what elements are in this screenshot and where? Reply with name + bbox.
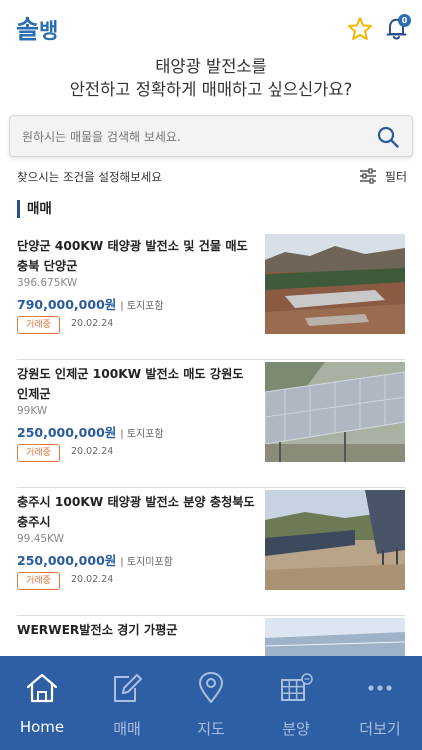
home-icon bbox=[26, 673, 58, 703]
section-title: 매매 bbox=[17, 200, 52, 218]
listing-price-row: 250,000,000원 | 토지미포함 bbox=[17, 550, 173, 569]
listing-date: 20.02.24 bbox=[71, 574, 114, 585]
solar-panel-icon bbox=[281, 673, 313, 701]
notifications-button[interactable]: 0 bbox=[383, 14, 411, 42]
tab-more[interactable]: 더보기 bbox=[338, 656, 422, 750]
tab-trade-label: 매매 bbox=[113, 720, 141, 738]
map-pin-icon bbox=[199, 672, 223, 703]
listing-capacity: 99.45KW bbox=[17, 533, 64, 545]
listing-date: 20.02.24 bbox=[71, 318, 114, 329]
conditions-row: 찾으시는 조건을 설정해보세요 필터 bbox=[17, 166, 407, 186]
filter-button[interactable]: 필터 bbox=[359, 166, 407, 186]
status-badge: 거래중 bbox=[17, 444, 60, 462]
listing-title: WERWER발전소 경기 가평군 bbox=[17, 623, 178, 637]
search-bar bbox=[9, 115, 413, 157]
tab-trade[interactable]: 매매 bbox=[85, 656, 169, 750]
listing-title: 충주시 100KW 태양광 발전소 분양 충청북도 충주시 bbox=[17, 495, 255, 529]
listing-photo bbox=[265, 362, 405, 462]
tab-more-label: 더보기 bbox=[359, 720, 401, 738]
conditions-hint: 찾으시는 조건을 설정해보세요 bbox=[17, 170, 162, 184]
tab-sale[interactable]: 분양 bbox=[254, 656, 338, 750]
listing-photo bbox=[265, 234, 405, 334]
status-badge: 거래중 bbox=[17, 572, 60, 590]
listing-item[interactable]: 충주시 100KW 태양광 발전소 분양 충청북도 충주시 99.45KW 25… bbox=[17, 488, 405, 616]
more-dots-icon bbox=[368, 685, 392, 691]
listing-land: | 토지미포함 bbox=[120, 557, 173, 568]
listing-title: 강원도 인제군 100KW 발전소 매도 강원도 인제군 bbox=[17, 367, 244, 401]
notification-badge: 0 bbox=[398, 14, 411, 27]
tab-home-label: Home bbox=[19, 718, 65, 736]
listing-price-row: 790,000,000원 | 토지포함 bbox=[17, 294, 164, 313]
listing-land: | 토지포함 bbox=[120, 301, 164, 312]
listing-capacity: 99KW bbox=[17, 405, 48, 417]
search-icon[interactable] bbox=[376, 125, 400, 149]
listing-title: 단양군 400KW 태양광 발전소 및 건물 매도 충북 단양군 bbox=[17, 239, 248, 273]
star-icon bbox=[348, 17, 372, 40]
listing-item[interactable]: 강원도 인제군 100KW 발전소 매도 강원도 인제군 99KW 250,00… bbox=[17, 360, 405, 488]
favorites-button[interactable] bbox=[347, 16, 373, 42]
edit-document-icon bbox=[114, 674, 142, 702]
listing-photo bbox=[265, 490, 405, 590]
tab-sale-label: 분양 bbox=[282, 720, 310, 738]
listing-item[interactable]: 단양군 400KW 태양광 발전소 및 건물 매도 충북 단양군 396.675… bbox=[17, 232, 405, 360]
listing-land: | 토지포함 bbox=[120, 429, 164, 440]
status-badge: 거래중 bbox=[17, 316, 60, 334]
listing-price-row: 250,000,000원 | 토지포함 bbox=[17, 422, 164, 441]
listing-price: 790,000,000원 bbox=[17, 297, 117, 312]
headline: 태양광 발전소를 안전하고 정확하게 매매하고 싶으신가요? bbox=[0, 55, 422, 101]
bottom-tab-bar: Home 매매 지도 분양 더보기 bbox=[0, 656, 422, 750]
logo-char-1: 솔 bbox=[16, 15, 39, 44]
app-header: 솔뱅 0 bbox=[0, 0, 422, 52]
listing-price: 250,000,000원 bbox=[17, 425, 117, 440]
logo-char-2: 뱅 bbox=[39, 19, 58, 43]
tab-home[interactable]: Home bbox=[0, 656, 84, 750]
listing-date: 20.02.24 bbox=[71, 446, 114, 457]
tab-map[interactable]: 지도 bbox=[169, 656, 253, 750]
tab-map-label: 지도 bbox=[197, 720, 225, 738]
headline-line-2: 안전하고 정확하게 매매하고 싶으신가요? bbox=[69, 80, 353, 99]
filter-sliders-icon bbox=[359, 168, 376, 184]
listing-price: 250,000,000원 bbox=[17, 553, 117, 568]
headline-line-1: 태양광 발전소를 bbox=[155, 57, 267, 76]
search-input[interactable] bbox=[22, 126, 362, 148]
filter-label: 필터 bbox=[384, 169, 407, 184]
listing-capacity: 396.675KW bbox=[17, 277, 78, 289]
app-logo[interactable]: 솔뱅 bbox=[16, 10, 58, 46]
